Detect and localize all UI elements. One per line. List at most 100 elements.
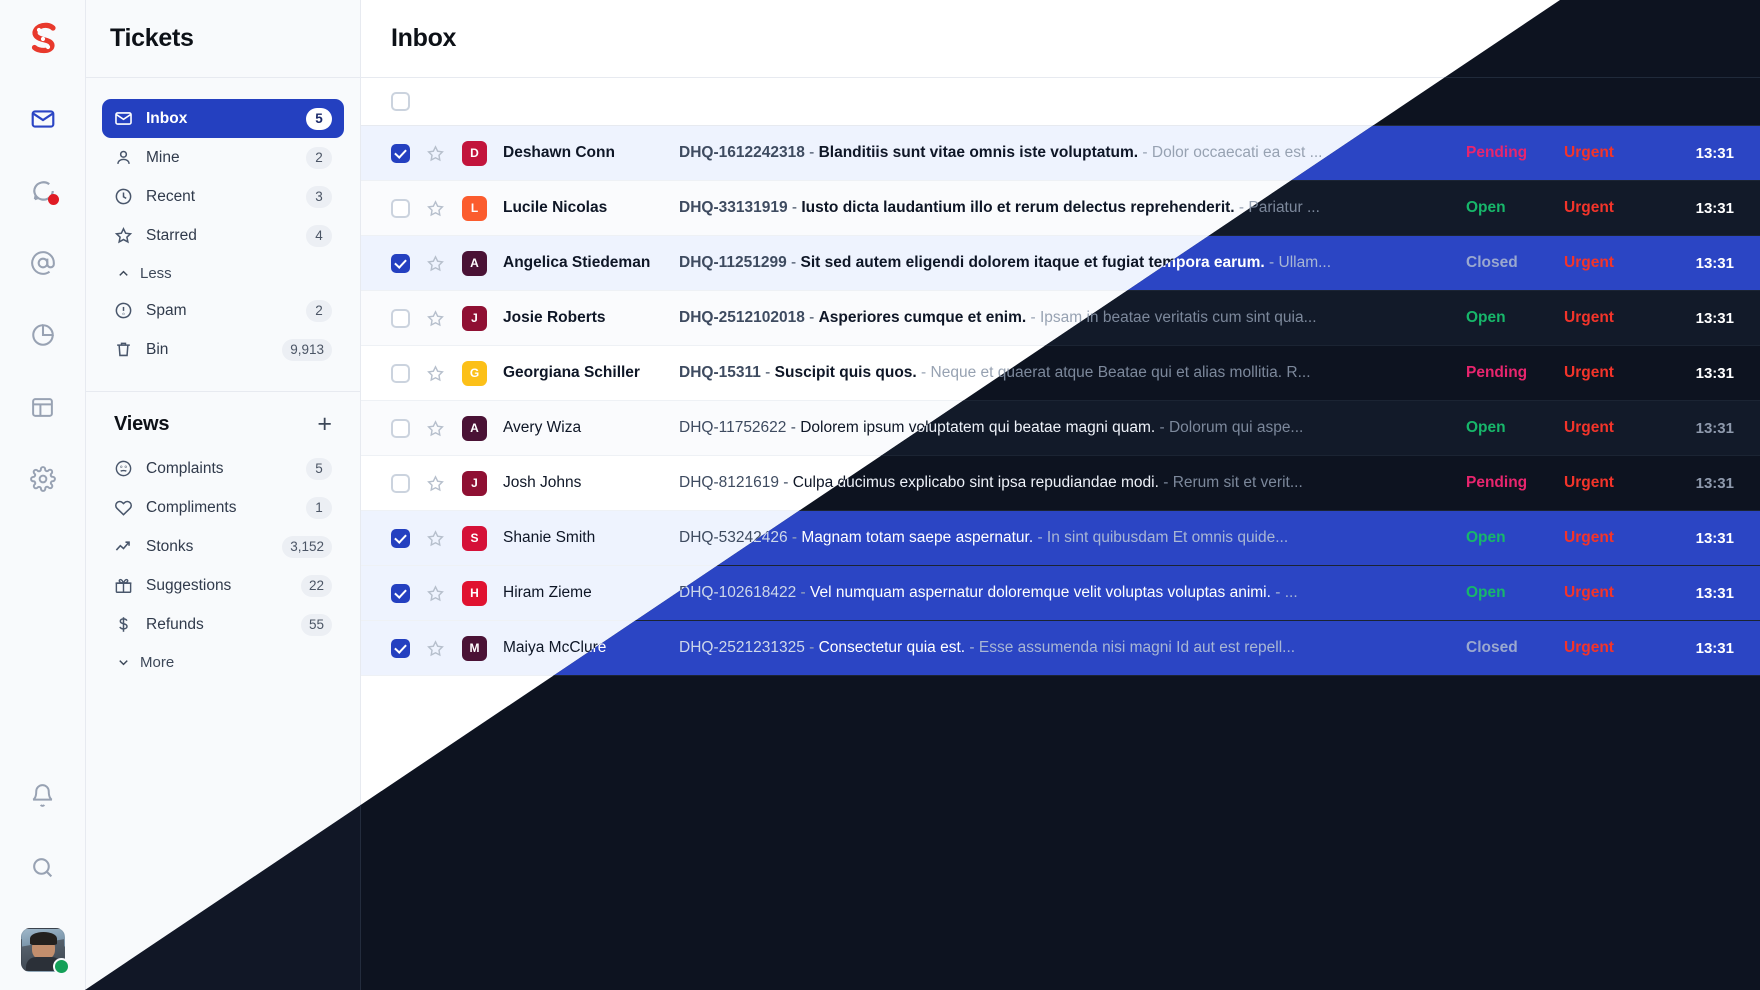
view-item-complaints[interactable]: Complaints 5 <box>102 449 344 488</box>
person-icon <box>114 148 133 167</box>
sidebar-item-starred[interactable]: Starred 4 <box>102 216 344 255</box>
frown-icon <box>114 459 133 478</box>
rail-item-search[interactable] <box>22 846 64 888</box>
rail-item-mail[interactable] <box>22 98 64 140</box>
app-logo[interactable] <box>17 14 69 66</box>
user-avatar[interactable] <box>20 928 70 975</box>
row-sender: Deshawn Conn <box>503 144 615 161</box>
view-item-label: Stonks <box>146 537 194 555</box>
row-time: 13:31 <box>1695 639 1734 657</box>
sidebar-item-spam[interactable]: Spam 2 <box>102 291 344 330</box>
row-status: Pending <box>1466 474 1528 491</box>
view-item-stonks[interactable]: Stonks 3,152 <box>102 527 344 566</box>
row-priority: Urgent <box>1564 419 1614 436</box>
star-icon[interactable] <box>426 364 445 383</box>
rail-item-settings[interactable] <box>22 458 64 500</box>
pie-chart-icon <box>30 322 56 348</box>
row-checkbox[interactable] <box>391 528 410 548</box>
star-icon[interactable] <box>426 639 445 658</box>
row-time: 13:31 <box>1695 529 1734 547</box>
sidebar-item-label: Inbox <box>146 109 188 127</box>
row-sender: Josie Roberts <box>503 309 606 326</box>
row-priority: Urgent <box>1564 199 1614 216</box>
trash-icon <box>114 340 133 359</box>
rail-item-mentions[interactable] <box>22 242 64 284</box>
contact-avatar: G <box>462 360 487 386</box>
sidebar-item-label: Recent <box>146 187 196 205</box>
row-title: Iusto dicta laudantium illo et rerum del… <box>801 199 1235 216</box>
view-item-suggestions[interactable]: Suggestions 22 <box>102 566 344 605</box>
row-sender: Avery Wiza <box>503 419 582 436</box>
star-icon[interactable] <box>426 529 445 548</box>
row-sender: Josh Johns <box>503 474 582 491</box>
row-checkbox[interactable] <box>391 143 410 163</box>
row-checkbox[interactable] <box>391 198 410 218</box>
star-icon[interactable] <box>426 419 445 438</box>
sidebar-more-toggle[interactable]: More <box>102 644 344 680</box>
star-icon[interactable] <box>426 309 445 328</box>
row-checkbox[interactable] <box>391 473 410 493</box>
sidebar-item-label: Mine <box>146 148 180 166</box>
sidebar-item-inbox[interactable]: Inbox 5 <box>102 99 344 138</box>
row-status: Open <box>1466 529 1506 546</box>
rail-item-notifications[interactable] <box>22 774 64 816</box>
row-subject: DHQ-2521231325 - Consectetur quia est. -… <box>679 639 1296 656</box>
sidebar-item-mine[interactable]: Mine 2 <box>102 138 344 177</box>
view-item-compliments[interactable]: Compliments 1 <box>102 488 344 527</box>
star-icon[interactable] <box>426 474 445 493</box>
view-item-refunds[interactable]: Refunds 55 <box>102 605 344 644</box>
row-title: Suscipit quis quos. <box>774 364 917 381</box>
row-time: 13:31 <box>1695 584 1734 602</box>
row-preview: - Dolor occaecati ea est ... <box>1138 144 1323 161</box>
star-icon[interactable] <box>426 199 445 218</box>
contact-avatar: L <box>462 195 487 221</box>
row-status: Pending <box>1466 364 1528 381</box>
row-ticket-id: DHQ-8121619 <box>679 474 779 491</box>
row-checkbox[interactable] <box>391 308 410 328</box>
row-status: Closed <box>1466 254 1518 271</box>
sidebar-item-count: 2 <box>306 146 332 169</box>
view-item-label: Compliments <box>146 498 237 516</box>
add-view-button[interactable]: + <box>317 412 332 437</box>
contact-avatar: J <box>462 470 487 496</box>
rail-item-layout[interactable] <box>22 386 64 428</box>
sidebar-more-label: More <box>140 653 175 671</box>
star-icon[interactable] <box>426 144 445 163</box>
row-time: 13:31 <box>1695 309 1734 327</box>
sidebar-item-recent[interactable]: Recent 3 <box>102 177 344 216</box>
row-sender: Angelica Stiedemann <box>503 254 651 271</box>
row-preview: - ... <box>1270 584 1298 601</box>
sidebar-less-toggle[interactable]: Less <box>102 255 344 291</box>
row-status: Closed <box>1466 639 1518 656</box>
rail-item-chat[interactable] <box>22 170 64 212</box>
chevron-up-icon <box>116 266 131 281</box>
row-checkbox[interactable] <box>391 583 410 603</box>
row-time: 13:31 <box>1695 474 1734 492</box>
status-badge <box>52 958 70 975</box>
select-all-checkbox[interactable] <box>391 92 410 111</box>
row-checkbox[interactable] <box>391 638 410 658</box>
row-ticket-id: DHQ-33131919 <box>679 199 788 216</box>
row-priority: Urgent <box>1564 254 1614 271</box>
notification-dot <box>47 194 59 205</box>
row-checkbox[interactable] <box>391 363 410 383</box>
row-subject: DHQ-102618422 - Vel numquam aspernatur d… <box>679 584 1298 601</box>
row-status: Open <box>1466 584 1506 601</box>
row-checkbox[interactable] <box>391 253 410 273</box>
heart-icon <box>114 498 133 517</box>
view-item-count: 5 <box>306 457 332 480</box>
row-checkbox[interactable] <box>391 418 410 438</box>
at-sign-icon <box>30 250 56 276</box>
row-priority: Urgent <box>1564 309 1614 326</box>
views-header: Views + <box>102 412 344 437</box>
star-icon[interactable] <box>426 254 445 273</box>
row-ticket-id: DHQ-11251299 <box>679 254 787 271</box>
sidebar-nav: Inbox 5 Mine 2 Recent 3 Starred 4 Less Spam 2 Bin… <box>86 78 360 392</box>
view-item-count: 22 <box>300 574 332 597</box>
sidebar-less-label: Less <box>140 264 172 282</box>
star-icon[interactable] <box>426 584 445 603</box>
main-title: Inbox <box>391 24 457 52</box>
sidebar-item-bin[interactable]: Bin 9,913 <box>102 330 344 369</box>
rail-item-reports[interactable] <box>22 314 64 356</box>
row-status: Open <box>1466 199 1506 216</box>
